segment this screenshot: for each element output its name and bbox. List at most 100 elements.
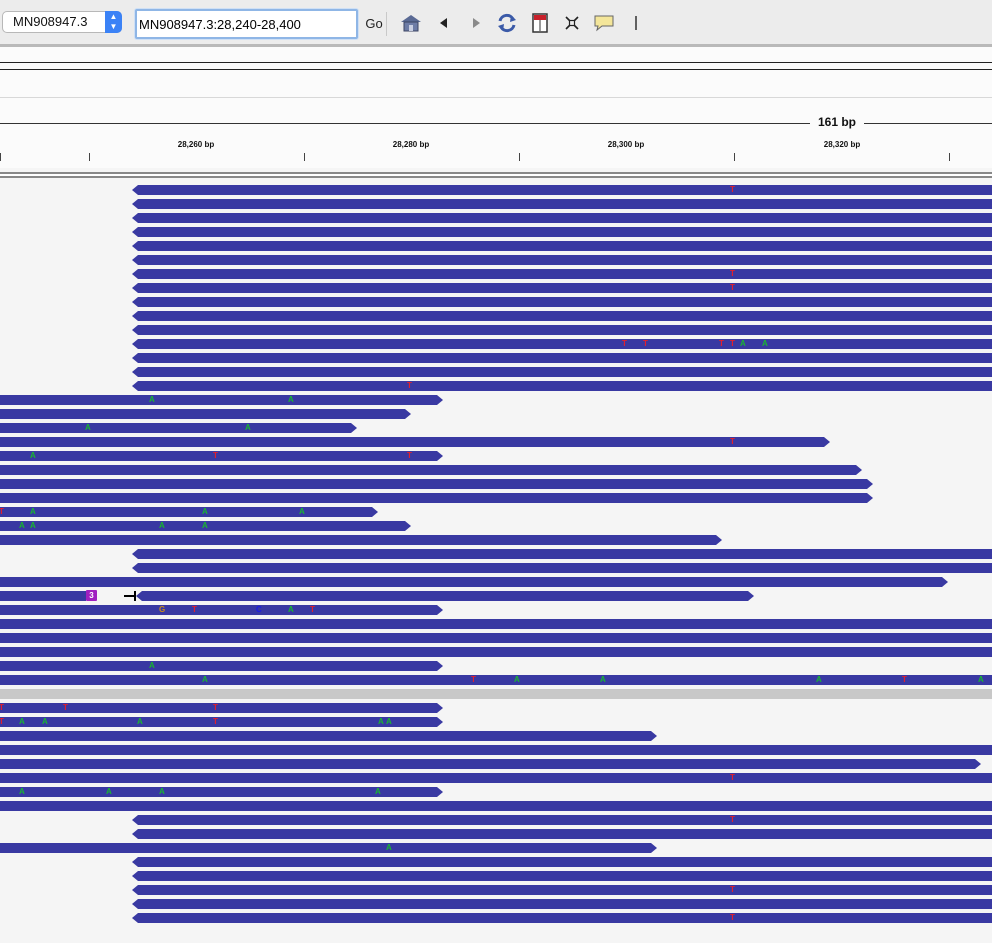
track-separator	[0, 172, 992, 178]
mismatch-base: T	[730, 885, 735, 894]
aligned-read[interactable]	[132, 269, 992, 279]
mismatch-base: T	[213, 717, 218, 726]
mismatch-base: A	[30, 521, 36, 530]
aligned-read[interactable]	[0, 759, 981, 769]
group-divider	[0, 689, 992, 699]
aligned-read[interactable]	[0, 843, 657, 853]
ruler-tick-label: 28,300 bp	[607, 140, 645, 149]
aligned-read[interactable]	[132, 325, 992, 335]
ruler-tick-label: 28,260 bp	[177, 140, 215, 149]
aligned-read[interactable]	[0, 535, 722, 545]
aligned-read[interactable]	[0, 423, 357, 433]
aligned-read[interactable]	[0, 409, 411, 419]
aligned-read[interactable]	[0, 717, 443, 727]
mismatch-base: A	[30, 507, 36, 516]
refresh-icon[interactable]	[495, 11, 519, 35]
aligned-read[interactable]	[132, 255, 992, 265]
popup-text-icon[interactable]	[592, 11, 616, 35]
aligned-read[interactable]	[0, 465, 862, 475]
mismatch-base: A	[386, 843, 392, 852]
aligned-read[interactable]	[132, 829, 992, 839]
mismatch-base: T	[213, 451, 218, 460]
aligned-read[interactable]	[132, 353, 992, 363]
mismatch-base: A	[19, 717, 25, 726]
aligned-read[interactable]	[0, 801, 992, 811]
aligned-read[interactable]	[0, 605, 443, 615]
mismatch-base: T	[643, 339, 648, 348]
aligned-read[interactable]	[0, 493, 873, 503]
aligned-read[interactable]	[0, 479, 873, 489]
aligned-read[interactable]	[132, 213, 992, 223]
aligned-read[interactable]	[132, 549, 992, 559]
resize-icon[interactable]	[560, 11, 584, 35]
aligned-read[interactable]	[132, 563, 992, 573]
aligned-read[interactable]	[132, 857, 992, 867]
aligned-read[interactable]	[0, 591, 86, 601]
mismatch-base: T	[730, 269, 735, 278]
mismatch-base: T	[730, 815, 735, 824]
aligned-read[interactable]	[132, 815, 992, 825]
ruler-tick-label: 28,320 bp	[823, 140, 861, 149]
aligned-read[interactable]	[132, 899, 992, 909]
mismatch-base: A	[202, 507, 208, 516]
ruler-tick	[949, 153, 950, 161]
deletion-gap-cap	[134, 591, 136, 601]
go-button[interactable]: Go	[362, 12, 387, 36]
aligned-read[interactable]	[0, 661, 443, 671]
aligned-read[interactable]	[132, 283, 992, 293]
toolbar: MN908947.3 ▲▼ Go	[0, 0, 992, 47]
aligned-read[interactable]	[0, 507, 378, 517]
aligned-read[interactable]	[0, 773, 992, 783]
aligned-read[interactable]	[0, 451, 443, 461]
chromosome-ideogram[interactable]	[0, 47, 992, 98]
aligned-read[interactable]	[132, 199, 992, 209]
mismatch-base: A	[288, 605, 294, 614]
locus-search-input[interactable]	[135, 9, 358, 39]
aligned-read[interactable]	[132, 297, 992, 307]
aligned-read[interactable]	[0, 437, 830, 447]
forward-icon[interactable]	[464, 11, 488, 35]
back-icon[interactable]	[432, 11, 456, 35]
aligned-read[interactable]	[0, 745, 992, 755]
alignment-track[interactable]: TTTTTTTAATAAAATATTTAAAAAAA3GTCATAATAAATA…	[0, 180, 992, 943]
aligned-read[interactable]	[0, 577, 948, 587]
mismatch-base: T	[213, 703, 218, 712]
ideogram-line-top	[0, 62, 992, 63]
ruler-tick-label: 28,280 bp	[392, 140, 430, 149]
aligned-read[interactable]	[132, 381, 992, 391]
ruler-track[interactable]: 161 bp 28,260 bp 28,280 bp 28,300 bp 28,…	[0, 98, 992, 168]
aligned-read[interactable]	[136, 591, 754, 601]
roi-icon[interactable]	[528, 11, 552, 35]
mismatch-base: A	[375, 787, 381, 796]
aligned-read[interactable]	[132, 367, 992, 377]
aligned-read[interactable]	[132, 913, 992, 923]
aligned-read[interactable]	[132, 241, 992, 251]
chevron-updown-icon: ▲ ▼	[105, 11, 122, 33]
aligned-read[interactable]	[132, 185, 992, 195]
mismatch-base: T	[192, 605, 197, 614]
aligned-read[interactable]	[0, 395, 443, 405]
aligned-read[interactable]	[0, 633, 992, 643]
mismatch-base: A	[159, 521, 165, 530]
aligned-read[interactable]	[132, 339, 992, 349]
mismatch-base: A	[202, 675, 208, 684]
mismatch-base: A	[299, 507, 305, 516]
mismatch-base: A	[816, 675, 822, 684]
aligned-read[interactable]	[0, 731, 657, 741]
mismatch-base: A	[288, 395, 294, 404]
genome-dropdown[interactable]: MN908947.3 ▲ ▼	[2, 11, 122, 33]
mismatch-base: T	[622, 339, 627, 348]
mismatch-base: T	[63, 703, 68, 712]
ideogram-line-bottom	[0, 69, 992, 70]
aligned-read[interactable]	[132, 311, 992, 321]
aligned-read[interactable]	[132, 885, 992, 895]
ruler-span-label: 161 bp	[810, 115, 865, 129]
aligned-read[interactable]	[0, 675, 992, 685]
divider-icon	[624, 11, 648, 35]
aligned-read[interactable]	[132, 227, 992, 237]
home-icon[interactable]	[399, 11, 423, 35]
aligned-read[interactable]	[0, 619, 992, 629]
aligned-read[interactable]	[132, 871, 992, 881]
aligned-read[interactable]	[0, 647, 992, 657]
insertion-marker[interactable]: 3	[86, 590, 97, 601]
